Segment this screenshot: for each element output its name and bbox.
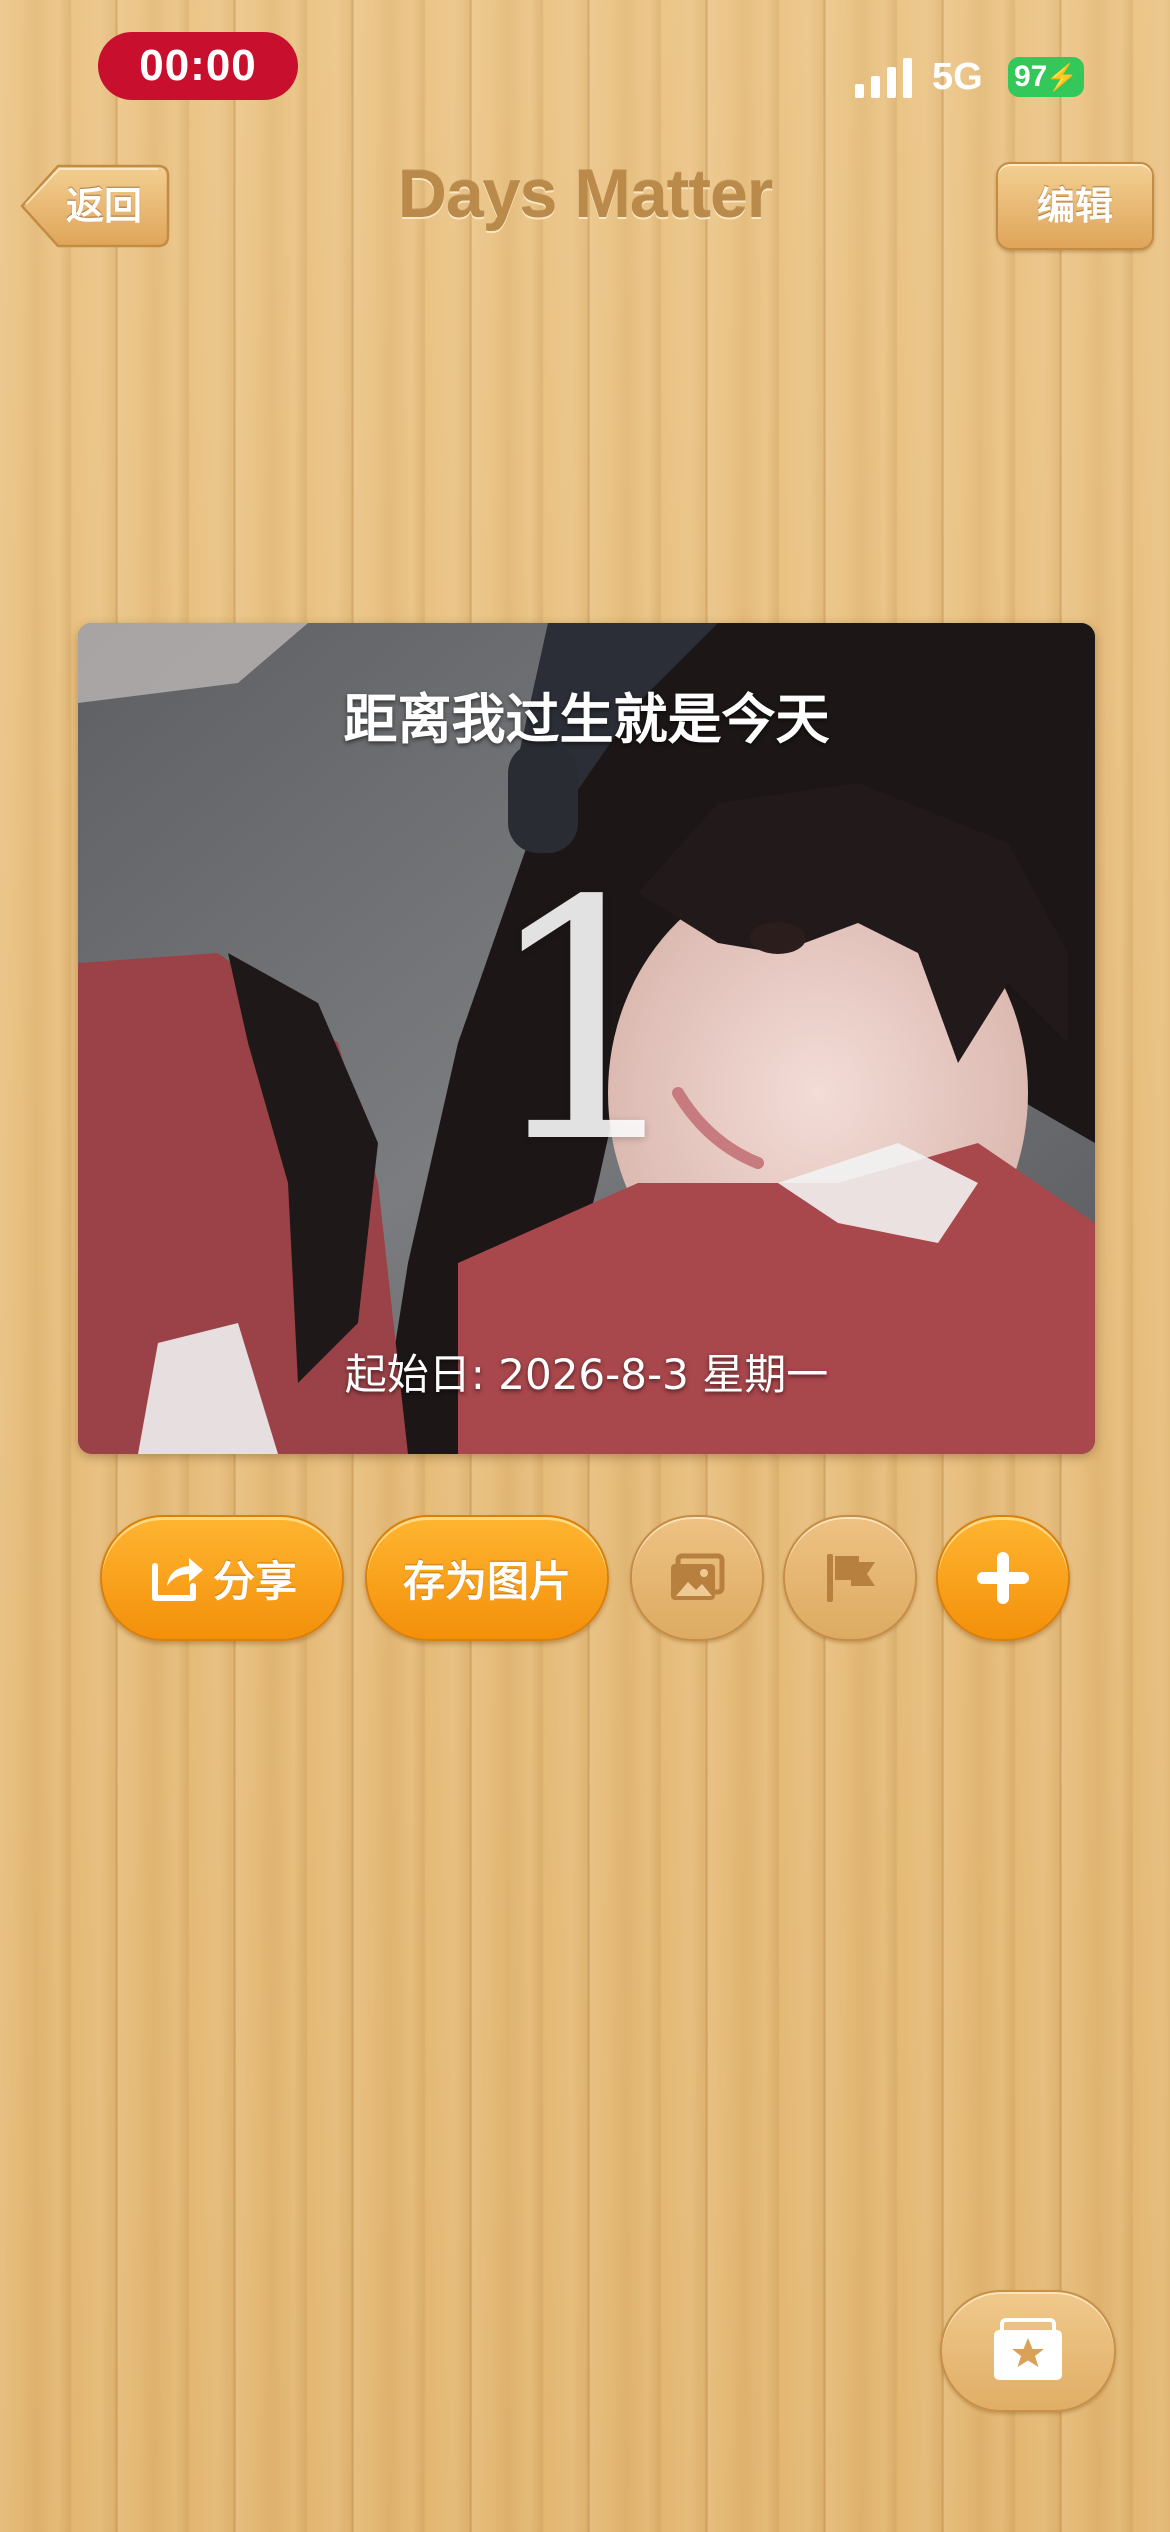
photo-icon: [671, 1553, 725, 1600]
share-button[interactable]: 分享: [100, 1515, 344, 1641]
start-date: 起始日: 2026-8-3 星期一: [344, 1350, 829, 1399]
edit-button[interactable]: 编辑: [996, 162, 1154, 250]
battery-level: 97: [1014, 60, 1048, 93]
signal-bars-icon: [855, 58, 912, 98]
star-card-stack-icon: [994, 2318, 1062, 2380]
share-label: 分享: [212, 1556, 297, 1606]
add-button[interactable]: [936, 1515, 1070, 1641]
event-card[interactable]: 距离我过生就是今天 1 起始日: 2026-8-3 星期一: [78, 623, 1095, 1454]
share-arrow-icon: [151, 1558, 203, 1601]
flag-button[interactable]: [783, 1515, 917, 1641]
day-count: 1: [481, 831, 692, 1215]
status-bar: 00:00 5G 97 ⚡: [0, 0, 1170, 140]
save-image-label: 存为图片: [402, 1556, 571, 1606]
network-type: 5G: [932, 56, 983, 98]
plus-icon: [977, 1552, 1029, 1604]
background-photo-button[interactable]: [630, 1515, 764, 1641]
save-image-button[interactable]: 存为图片: [365, 1515, 609, 1641]
flag-icon: [827, 1554, 875, 1602]
card-stack-button[interactable]: [940, 2290, 1116, 2412]
battery-indicator: 97 ⚡: [1008, 57, 1084, 97]
page-title: Days Matter: [397, 156, 774, 232]
charging-bolt-icon: ⚡: [1045, 62, 1078, 92]
event-title: 距离我过生就是今天: [343, 688, 830, 751]
screen-recording-timer[interactable]: 00:00: [98, 32, 298, 100]
